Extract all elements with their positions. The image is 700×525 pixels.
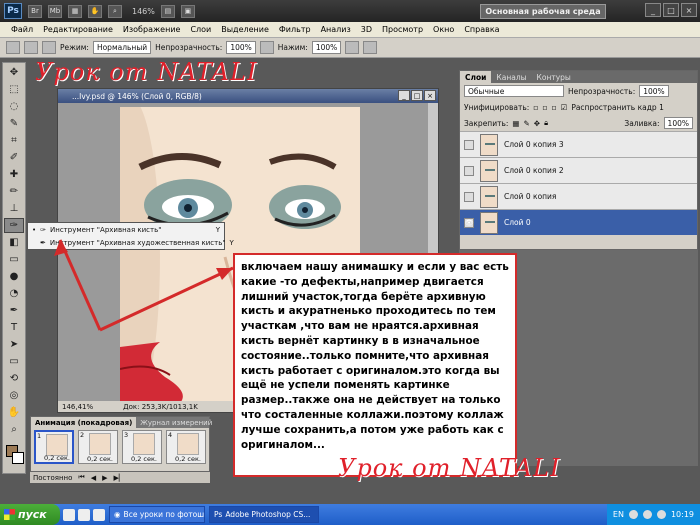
animation-frame[interactable]: 2 0,2 сек. <box>78 430 118 464</box>
tab-channels[interactable]: Каналы <box>491 71 531 83</box>
tab-measurement-log[interactable]: Журнал измерений <box>136 417 216 428</box>
layer-opacity-label: Непрозрачность: <box>568 86 636 96</box>
unify-style-icon[interactable]: ▫ <box>551 103 556 112</box>
animation-frame[interactable]: 1 0,2 сек. <box>34 430 74 464</box>
task-label: Все уроки по фотош... <box>123 510 205 519</box>
tray-icon[interactable] <box>642 510 652 519</box>
fill-field[interactable]: 100% <box>663 117 693 129</box>
windows-logo-icon <box>4 509 15 520</box>
animation-panel: Анимация (покадровая) Журнал измерений 1… <box>30 416 212 472</box>
clock: 10:19 <box>670 510 694 519</box>
frame-thumbnail <box>46 434 68 456</box>
unify-visibility-icon[interactable]: ▫ <box>542 103 547 112</box>
play-icon[interactable]: ▶ <box>102 474 107 482</box>
frame-thumbnail <box>177 433 199 455</box>
animation-controls: Постоянно ⏮ ◀ ▶ ▶▏ <box>30 472 210 483</box>
system-tray: EN 10:19 <box>606 504 700 525</box>
frame-number: 3 <box>124 431 129 439</box>
animation-frame[interactable]: 3 0,2 сек. <box>122 430 162 464</box>
layer-row-selected[interactable]: 👁︎ Слой 0 <box>460 209 697 235</box>
volume-icon[interactable] <box>656 510 666 519</box>
eye-icon[interactable]: 👁︎ <box>464 217 474 228</box>
taskbar-task-browser[interactable]: ◉ Все уроки по фотош... <box>109 506 205 523</box>
propagate-label: Распространить кадр 1 <box>571 102 664 112</box>
quicklaunch-icon[interactable] <box>78 508 90 521</box>
prev-frame-icon[interactable]: ◀ <box>91 474 96 482</box>
next-frame-icon[interactable]: ▶▏ <box>114 474 125 482</box>
frame-number: 1 <box>37 432 42 440</box>
windows-taskbar: пуск ◉ Все уроки по фотош... Ps Adobe Ph… <box>0 504 700 525</box>
layer-thumbnail <box>480 159 498 182</box>
taskbar-task-photoshop[interactable]: Ps Adobe Photoshop CS... <box>209 506 319 523</box>
fill-label: Заливка: <box>624 118 660 128</box>
frame-number: 2 <box>80 431 85 439</box>
loop-select[interactable]: Постоянно <box>33 474 72 482</box>
layers-panel-tabs: Слои Каналы Контуры <box>460 71 697 83</box>
visibility-toggle[interactable] <box>464 165 474 176</box>
lock-position-icon[interactable]: ✥ <box>534 119 540 128</box>
layer-name: Слой 0 копия 2 <box>504 166 564 175</box>
task-label: Adobe Photoshop CS... <box>225 510 311 519</box>
lock-label: Закрепить: <box>464 118 509 128</box>
visibility-toggle[interactable] <box>464 191 474 202</box>
layer-name: Слой 0 <box>504 218 531 227</box>
frame-delay[interactable]: 0,2 сек. <box>44 454 70 462</box>
propagate-checkbox[interactable]: ☑ <box>561 103 568 112</box>
lock-pixels-icon[interactable]: ✎ <box>524 119 530 128</box>
unify-label: Унифицировать: <box>464 102 530 112</box>
layer-opacity-field[interactable]: 100% <box>639 85 669 97</box>
layer-row[interactable]: Слой 0 копия 2 <box>460 157 697 183</box>
lock-transparency-icon[interactable]: ▦ <box>512 119 519 128</box>
tutorial-note: включаем нашу анимашку и если у вас есть… <box>233 253 517 477</box>
tray-icon[interactable] <box>628 510 638 519</box>
language-indicator[interactable]: EN <box>613 510 624 519</box>
browser-icon: ◉ <box>114 510 121 519</box>
watermark-bottom: Урок от NATALI <box>338 454 561 482</box>
quicklaunch-icon[interactable] <box>93 508 105 521</box>
first-frame-icon[interactable]: ⏮ <box>78 473 84 482</box>
start-label: пуск <box>18 508 47 521</box>
layers-panel: Слои Каналы Контуры Обычные Непрозрачнос… <box>459 70 698 250</box>
photoshop-icon: Ps <box>214 510 223 519</box>
layer-thumbnail <box>480 211 498 234</box>
layer-name: Слой 0 копия <box>504 192 557 201</box>
frame-thumbnail <box>133 433 155 455</box>
animation-panel-tabs: Анимация (покадровая) Журнал измерений <box>31 417 212 428</box>
frame-number: 4 <box>168 431 173 439</box>
layer-thumbnail <box>480 185 498 208</box>
tab-paths[interactable]: Контуры <box>532 71 576 83</box>
layer-name: Слой 0 копия 3 <box>504 140 564 149</box>
lock-all-icon[interactable]: 🔒︎ <box>544 118 548 128</box>
layer-row[interactable]: Слой 0 копия <box>460 183 697 209</box>
unify-position-icon[interactable]: ▫ <box>533 103 538 112</box>
tab-animation[interactable]: Анимация (покадровая) <box>31 417 137 428</box>
layer-thumbnail <box>480 133 498 156</box>
blend-mode-select[interactable]: Обычные <box>464 85 564 97</box>
frame-thumbnail <box>89 433 111 455</box>
quicklaunch-icon[interactable] <box>63 508 75 521</box>
animation-frame[interactable]: 4 0,2 сек. <box>166 430 206 464</box>
frame-delay[interactable]: 0,2 сек. <box>87 455 113 463</box>
watermark-top: Урок от NATALI <box>35 58 258 86</box>
frame-delay[interactable]: 0,2 сек. <box>175 455 201 463</box>
tab-layers[interactable]: Слои <box>460 71 492 83</box>
visibility-toggle[interactable] <box>464 139 474 150</box>
start-button[interactable]: пуск <box>0 504 60 525</box>
layer-row[interactable]: Слой 0 копия 3 <box>460 131 697 157</box>
frame-delay[interactable]: 0,2 сек. <box>131 455 157 463</box>
